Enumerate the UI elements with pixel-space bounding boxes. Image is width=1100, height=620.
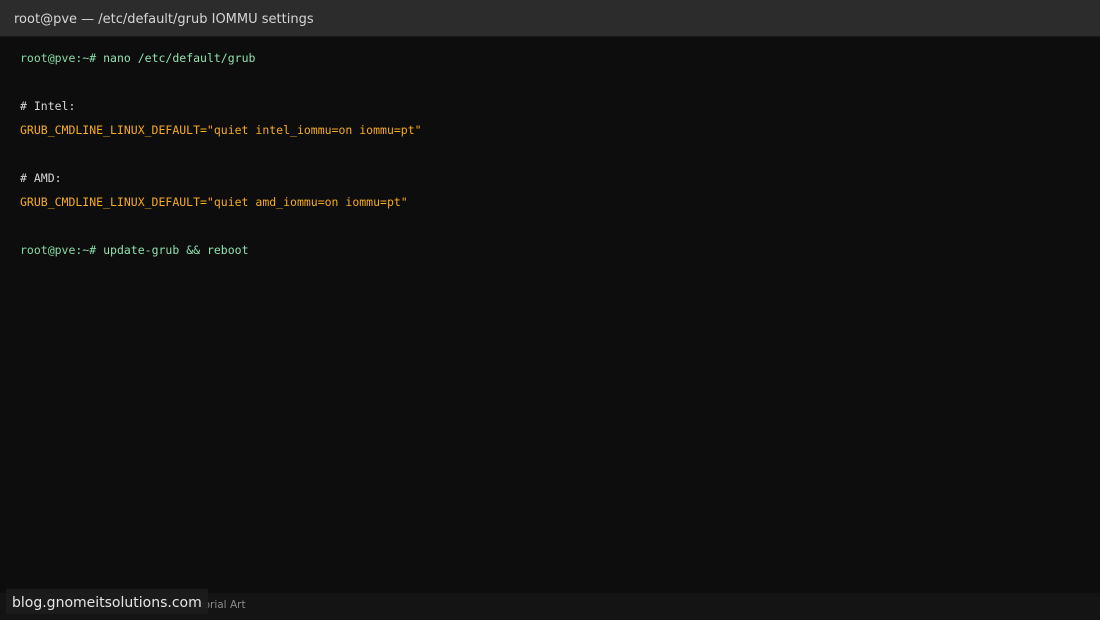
shell-command: update-grub && reboot bbox=[103, 243, 249, 257]
shell-command: nano /etc/default/grub bbox=[103, 51, 256, 65]
terminal-window: root@pve — /etc/default/grub IOMMU setti… bbox=[0, 0, 1100, 620]
amd-grub-config-line: GRUB_CMDLINE_LINUX_DEFAULT="quiet amd_io… bbox=[20, 195, 408, 209]
terminal-line-command: root@pve:~# nano /etc/default/grub bbox=[20, 51, 255, 65]
amd-comment: # AMD: bbox=[20, 171, 62, 185]
window-title: root@pve — /etc/default/grub IOMMU setti… bbox=[14, 12, 314, 27]
shell-prompt: root@pve:~# bbox=[20, 243, 97, 257]
title-bar[interactable]: root@pve — /etc/default/grub IOMMU setti… bbox=[0, 0, 1100, 37]
shell-prompt: root@pve:~# bbox=[20, 51, 97, 65]
intel-grub-config-line: GRUB_CMDLINE_LINUX_DEFAULT="quiet intel_… bbox=[20, 123, 422, 137]
terminal-output[interactable]: root@pve:~# nano /etc/default/grub # Int… bbox=[0, 37, 1100, 593]
terminal-line-command: root@pve:~# update-grub && reboot bbox=[20, 243, 249, 257]
site-watermark: blog.gnomeitsolutions.com bbox=[6, 589, 208, 614]
intel-comment: # Intel: bbox=[20, 99, 76, 113]
